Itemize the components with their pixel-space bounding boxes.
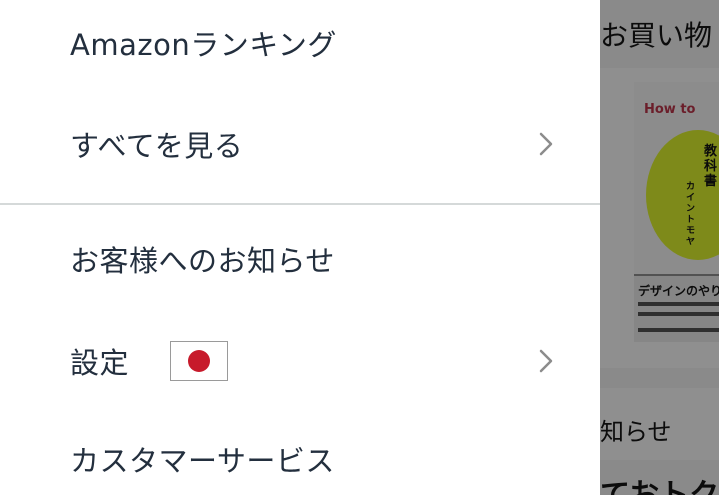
menu-item-settings[interactable]: 設定 [0,326,600,396]
menu-item-label: 設定 [70,346,130,380]
menu-item-see-all[interactable]: すべてを見る [0,109,600,179]
book-cover-band-title: デザインのやりか [638,284,719,298]
book-cover-text-line [638,328,719,332]
menu-item-customer-notices[interactable]: お客様へのお知らせ [0,224,600,294]
japan-flag-icon [170,341,228,381]
menu-item-customer-service[interactable]: カスタマーサービス [0,424,600,494]
menu-item-label: カスタマーサービス [70,444,335,478]
menu-item-label: すべてを見る [70,129,244,163]
background-section-title: お買い物 [600,19,713,52]
book-cover-vertical-title: 教科書 [704,144,718,189]
book-cover-vertical-author: カイントモヤ [686,182,696,247]
menu-item-label: Amazonランキング [70,28,337,62]
book-cover-text-line [638,302,719,306]
chevron-right-icon [539,132,553,156]
background-bottom-text: ておトク [600,470,719,495]
book-cover-band: デザインのやりか [634,274,719,342]
japan-flag-circle [188,350,210,372]
background-book-card: How to 教科書 カイントモヤ デザインのやりか [600,68,719,368]
background-page[interactable]: お買い物 How to 教科書 カイントモヤ デザインのやりか 知らせ ておトク [600,0,719,495]
book-cover-text-line [638,312,719,316]
menu-item-amazon-ranking[interactable]: Amazonランキング [0,8,600,78]
menu-item-label: お客様へのお知らせ [70,244,335,278]
book-cover-image: How to 教科書 カイントモヤ デザインのやりか [634,82,719,342]
navigation-drawer: Amazonランキング すべてを見る お客様へのお知らせ 設定 カスタマーサービ… [0,0,600,495]
book-cover-top-text: How to [644,102,696,117]
menu-divider [0,203,600,205]
background-notice-text: 知らせ [600,418,672,446]
chevron-right-icon [539,349,553,373]
